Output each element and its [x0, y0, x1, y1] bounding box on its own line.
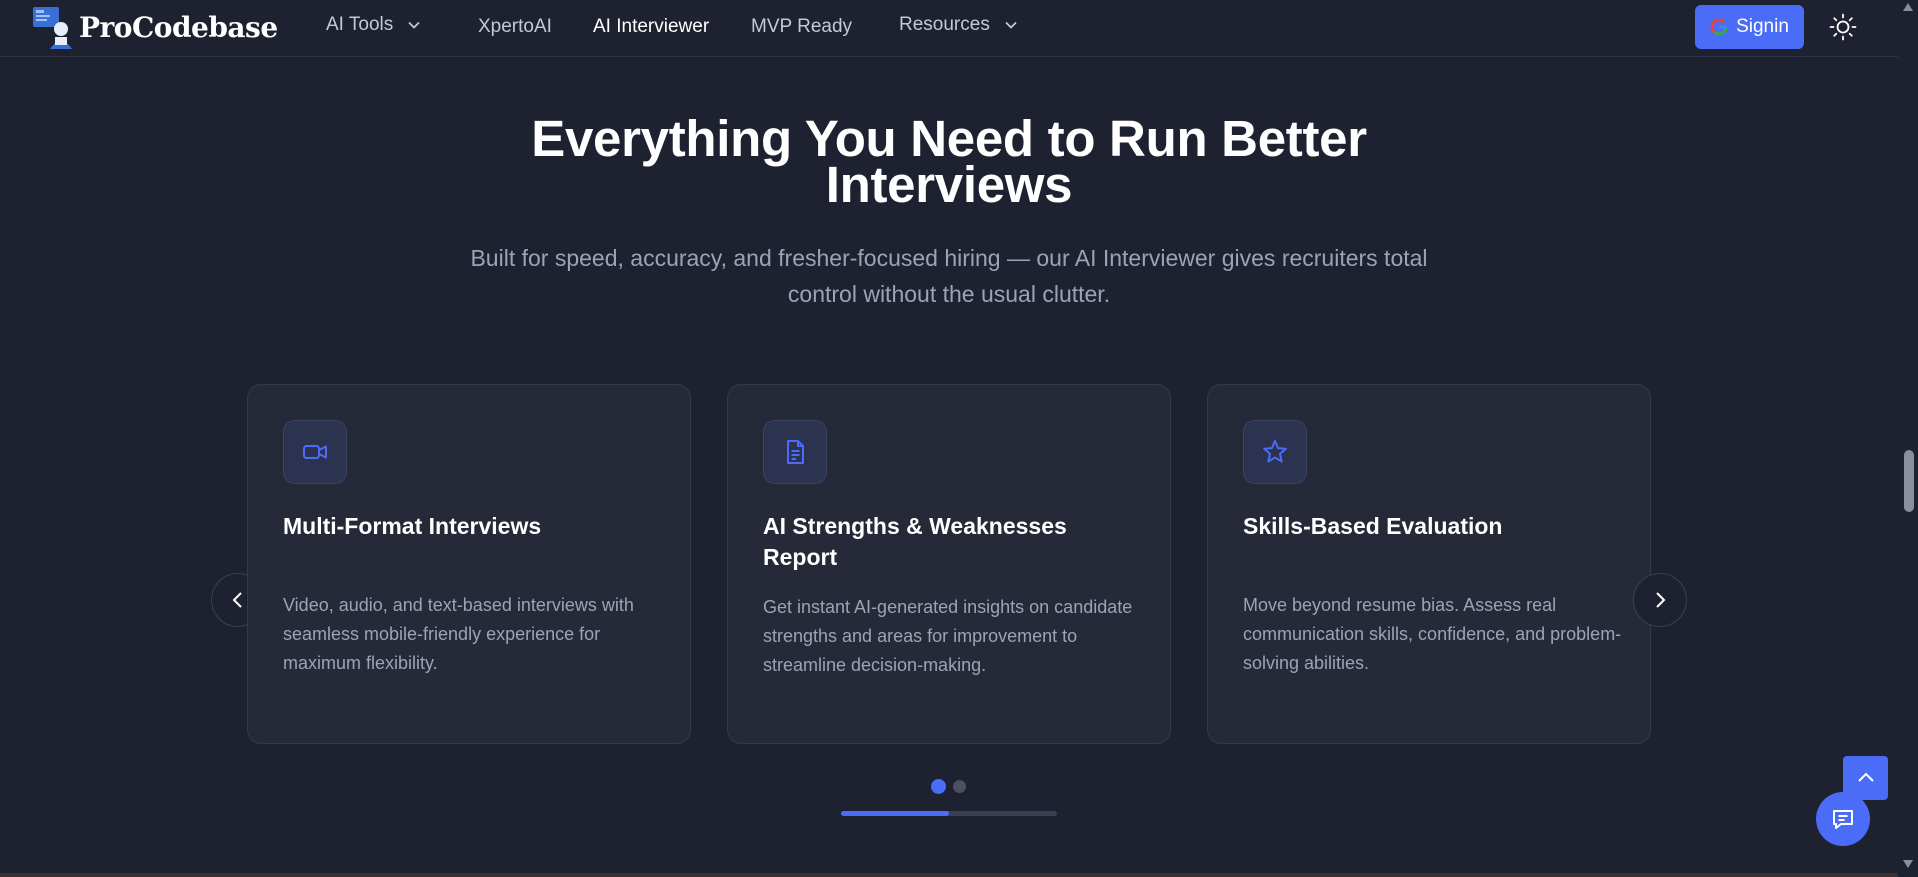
nav-ai-tools-label: AI Tools	[326, 14, 394, 35]
logo-icon	[33, 7, 72, 49]
chevron-left-icon	[232, 592, 242, 608]
nav-mvp-ready[interactable]: MVP Ready	[751, 16, 852, 38]
google-icon	[1710, 18, 1728, 36]
nav-xpertoai-label: XpertoAI	[478, 16, 552, 37]
carousel-progress-fill	[841, 811, 949, 816]
nav-resources-label: Resources	[899, 14, 990, 35]
chevron-up-icon	[1857, 772, 1874, 782]
carousel-progress-track	[841, 811, 1057, 816]
nav-xpertoai[interactable]: XpertoAI	[478, 16, 552, 38]
card-icon-box	[1243, 420, 1307, 484]
card-icon-box	[763, 420, 827, 484]
star-icon	[1263, 440, 1287, 463]
card-description: Video, audio, and text-based interviews …	[283, 595, 634, 673]
brand-name: ProCodebase	[79, 10, 278, 44]
scroll-down-arrow-icon[interactable]	[1903, 860, 1913, 868]
chat-icon	[1833, 810, 1853, 829]
nav-mvp-ready-label: MVP Ready	[751, 16, 853, 37]
nav-ai-tools[interactable]: AI Tools	[326, 14, 421, 36]
chevron-right-icon	[1656, 592, 1666, 608]
top-navbar: ProCodebase AI Tools XpertoAI AI Intervi…	[0, 0, 1898, 57]
nav-ai-interviewer-label: AI Interviewer	[593, 16, 710, 37]
card-title: Skills-Based Evaluation	[1243, 513, 1503, 539]
card-description: Move beyond resume bias. Assess real com…	[1243, 595, 1622, 673]
signin-button[interactable]: Signin	[1695, 5, 1804, 49]
card-description: Get instant AI-generated insights on can…	[763, 597, 1133, 675]
card-title: AI Strengths & Weaknesses Report	[763, 513, 1067, 570]
carousel-dot[interactable]	[931, 779, 946, 794]
video-icon	[303, 445, 327, 459]
card-icon-box	[283, 420, 347, 484]
bottom-divider	[0, 873, 1898, 877]
nav-resources[interactable]: Resources	[899, 14, 1018, 36]
feature-card: Skills-Based Evaluation Move beyond resu…	[1207, 384, 1651, 744]
chevron-down-icon	[408, 21, 420, 29]
scroll-up-arrow-icon[interactable]	[1903, 3, 1913, 11]
feature-card: Multi-Format Interviews Video, audio, an…	[247, 384, 691, 744]
section-subtitle: Built for speed, accuracy, and fresher-f…	[470, 245, 1428, 307]
chevron-down-icon	[1005, 21, 1017, 29]
page-scrollbar[interactable]	[1898, 0, 1918, 877]
card-title: Multi-Format Interviews	[283, 513, 542, 539]
nav-ai-interviewer[interactable]: AI Interviewer	[593, 16, 709, 38]
carousel-next-button[interactable]	[1633, 573, 1687, 627]
feature-card: AI Strengths & Weaknesses Report Get ins…	[727, 384, 1171, 744]
document-icon	[787, 440, 804, 464]
chat-button[interactable]	[1816, 792, 1870, 846]
section-title: Everything You Need to Run Better Interv…	[531, 110, 1367, 213]
scrollbar-thumb[interactable]	[1904, 450, 1914, 512]
sun-icon[interactable]	[1829, 13, 1857, 41]
signin-label: Signin	[1736, 16, 1789, 37]
carousel-dot[interactable]	[953, 780, 966, 793]
brand-logo[interactable]: ProCodebase	[31, 5, 278, 49]
